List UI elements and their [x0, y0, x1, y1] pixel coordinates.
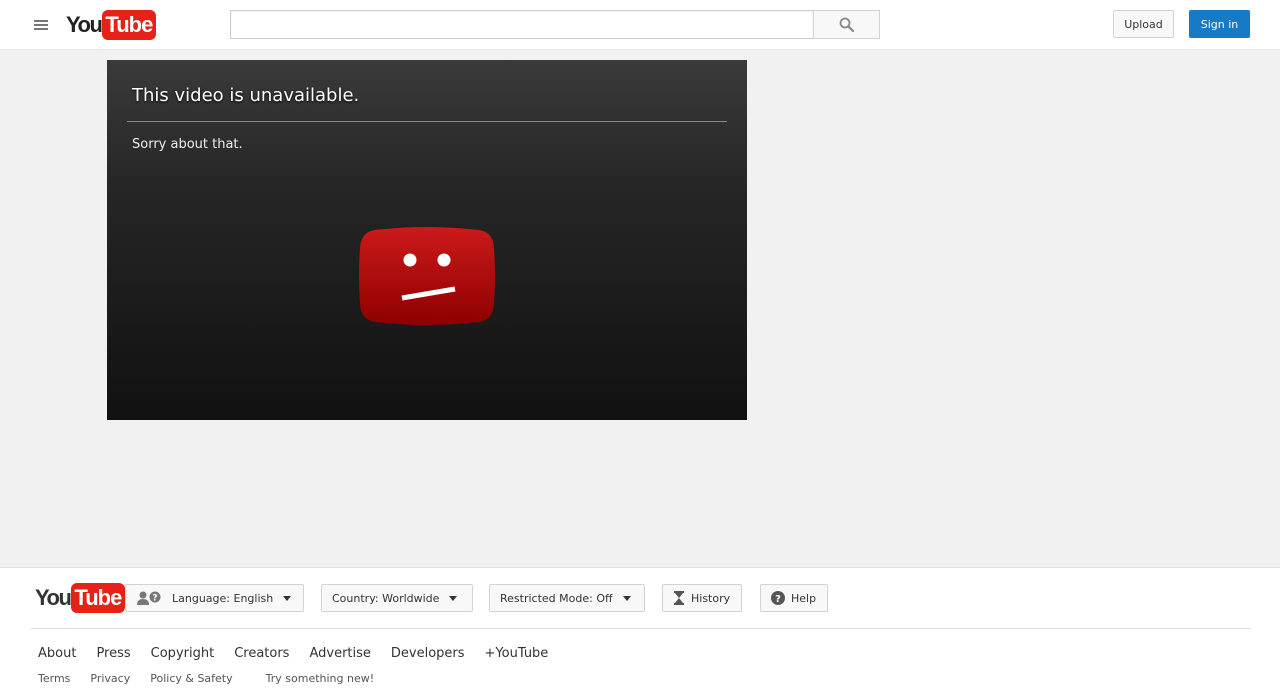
unavailable-message-title: This video is unavailable.	[132, 85, 360, 106]
footer-link-plus-youtube[interactable]: +YouTube	[485, 646, 549, 661]
footer-secondary-links: Terms Privacy Policy & Safety Try someth…	[38, 672, 394, 685]
search-input[interactable]	[230, 10, 814, 39]
video-player-unavailable: This video is unavailable. Sorry about t…	[107, 60, 747, 420]
chevron-down-icon	[622, 595, 631, 601]
footer-link-copyright[interactable]: Copyright	[151, 646, 215, 661]
footer-youtube-logo[interactable]: You Tube	[35, 583, 126, 613]
footer-link-try-something-new[interactable]: Try something new!	[266, 672, 375, 685]
svg-text:?: ?	[152, 594, 157, 604]
help-label: Help	[791, 591, 817, 605]
history-label: History	[691, 591, 731, 605]
footer-link-press[interactable]: Press	[96, 646, 130, 661]
menu-icon-bar	[34, 24, 48, 26]
footer-link-privacy[interactable]: Privacy	[90, 672, 130, 685]
chevron-down-icon	[283, 595, 292, 601]
guide-menu-button[interactable]	[30, 14, 52, 36]
svg-text:?: ?	[775, 594, 781, 605]
help-button[interactable]: ? Help	[760, 584, 828, 612]
footer-link-advertise[interactable]: Advertise	[309, 646, 370, 661]
logo-text-tube: Tube	[102, 10, 157, 40]
country-label: Country: Worldwide	[332, 591, 440, 605]
footer-primary-links: About Press Copyright Creators Advertise…	[38, 646, 548, 661]
menu-icon-bar	[34, 28, 48, 30]
logo-text-tube: Tube	[71, 583, 126, 613]
help-icon: ?	[771, 591, 785, 605]
footer-link-policy-safety[interactable]: Policy & Safety	[150, 672, 232, 685]
masthead: You Tube Upload Sign in	[0, 0, 1280, 50]
hourglass-icon	[674, 591, 684, 605]
upload-button[interactable]: Upload	[1113, 10, 1174, 38]
restricted-mode-label: Restricted Mode: Off	[500, 591, 613, 605]
sad-video-icon	[359, 227, 495, 325]
language-icon: ?	[137, 591, 161, 605]
footer-divider	[30, 628, 1251, 629]
language-picker-button[interactable]: ? Language: English	[125, 584, 304, 612]
footer-link-about[interactable]: About	[38, 646, 76, 661]
search-button[interactable]	[813, 10, 880, 39]
footer: You Tube ? Language: English Country: Wo…	[0, 567, 1280, 700]
logo-text-you: You	[66, 12, 103, 37]
menu-icon-bar	[34, 20, 48, 22]
sign-in-button[interactable]: Sign in	[1189, 10, 1250, 38]
search-icon	[839, 17, 854, 32]
footer-link-terms[interactable]: Terms	[38, 672, 70, 685]
youtube-logo[interactable]: You Tube	[66, 10, 157, 40]
logo-text-you: You	[35, 585, 72, 610]
footer-link-developers[interactable]: Developers	[391, 646, 465, 661]
language-label: Language: English	[172, 591, 274, 605]
unavailable-message-subtitle: Sorry about that.	[132, 137, 243, 152]
country-picker-button[interactable]: Country: Worldwide	[321, 584, 473, 612]
restricted-mode-button[interactable]: Restricted Mode: Off	[489, 584, 645, 612]
chevron-down-icon	[449, 595, 458, 601]
history-button[interactable]: History	[662, 584, 742, 612]
footer-link-creators[interactable]: Creators	[234, 646, 289, 661]
divider	[127, 121, 727, 122]
